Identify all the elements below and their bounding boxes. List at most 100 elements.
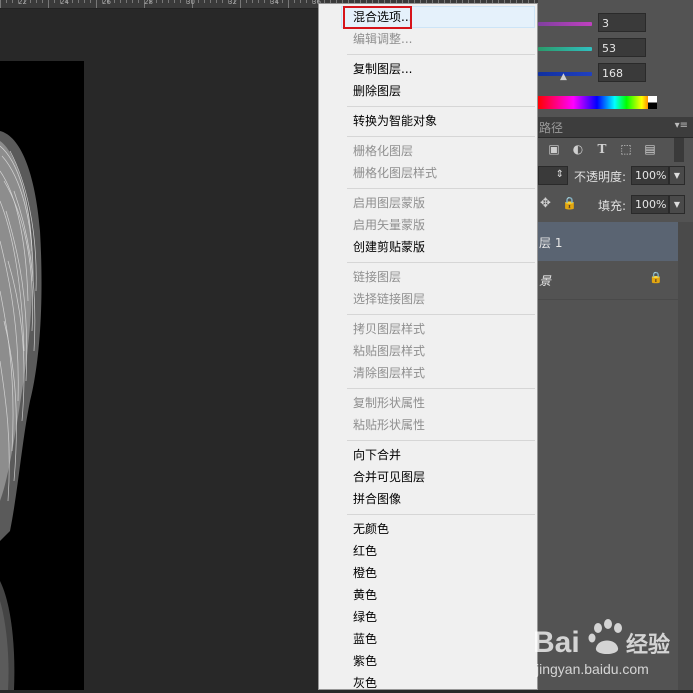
menu-item-select-linked-layers: 选择链接图层 <box>353 292 426 306</box>
ruler-tick <box>132 0 133 3</box>
color-slider-3[interactable]: ▲ 168 <box>538 62 693 86</box>
ruler-tick <box>180 0 181 3</box>
menu-item-edit-adjustment: 编辑调整... <box>353 32 413 46</box>
color-value-field[interactable]: 53 <box>598 38 646 57</box>
ruler-number: 30 <box>186 0 195 6</box>
menu-item-flatten-image[interactable]: 拼合图像 <box>353 489 401 509</box>
panel-menu-icon[interactable]: ▾≡ <box>675 120 688 131</box>
menu-item-paste-layer-style: 粘贴图层样式 <box>353 344 426 358</box>
ruler-tick <box>96 0 97 8</box>
type-filter-icon[interactable]: T <box>594 141 610 157</box>
menu-separator <box>347 262 535 263</box>
blend-mode-select[interactable]: ⇕ <box>538 166 568 185</box>
black-white-swatch[interactable] <box>648 96 657 109</box>
menu-separator <box>347 106 535 107</box>
layer-row-layer-1[interactable]: 层 1 <box>538 222 678 261</box>
ruler-tick <box>240 0 241 8</box>
menu-item-merge-down[interactable]: 向下合并 <box>353 445 401 465</box>
move-lock-icon[interactable]: ✥ <box>540 196 551 211</box>
filter-toggle-icon[interactable] <box>674 138 684 162</box>
watermark-brand: Bai <box>533 626 580 659</box>
opacity-field[interactable]: 100% <box>631 166 669 185</box>
menu-item-convert-smart-object[interactable]: 转换为智能对象 <box>353 111 437 131</box>
lock-icon: 🔒 <box>649 271 663 284</box>
baidu-jingyan-watermark: Bai 经验 jingyan.baidu.com <box>528 612 693 690</box>
menu-item-color-green[interactable]: 绿色 <box>353 607 377 627</box>
ruler-number: 24 <box>60 0 69 6</box>
hair-photo-graphic <box>0 131 42 690</box>
color-slider-2[interactable]: 53 <box>538 37 693 61</box>
menu-item-rasterize-layer: 栅格化图层 <box>353 144 414 158</box>
ruler-number: 32 <box>228 0 237 6</box>
ruler-tick <box>0 0 1 8</box>
fill-field[interactable]: 100% <box>631 195 669 214</box>
menu-item-color-gray[interactable]: 灰色 <box>353 673 377 693</box>
watermark-suffix: 经验 <box>626 632 670 658</box>
menu-item-create-clipping-mask[interactable]: 创建剪贴蒙版 <box>353 237 425 257</box>
menu-item-color-red[interactable]: 红色 <box>353 541 377 561</box>
ruler-tick <box>162 0 163 3</box>
ruler-tick <box>168 0 169 3</box>
ruler-number: 34 <box>270 0 279 6</box>
slider-track[interactable] <box>538 47 592 51</box>
menu-item-rasterize-layer-style: 栅格化图层样式 <box>353 166 438 180</box>
fill-dropdown-icon[interactable]: ▼ <box>669 195 685 214</box>
tab-paths[interactable]: 路径 <box>539 119 563 136</box>
shape-filter-icon[interactable]: ⬚ <box>618 141 634 157</box>
layer-name: 景 <box>539 274 552 288</box>
menu-item-paste-shape-attributes: 粘贴形状属性 <box>353 418 426 432</box>
watermark-url: jingyan.baidu.com <box>535 661 649 677</box>
menu-item-color-violet[interactable]: 紫色 <box>353 651 377 671</box>
opacity-label: 不透明度: <box>574 170 627 184</box>
layer-context-menu: 混合选项... 编辑调整... 复制图层... 删除图层 转换为智能对象 栅格化… <box>318 3 538 690</box>
menu-item-enable-layer-mask: 启用图层蒙版 <box>353 196 426 210</box>
ruler-tick <box>72 0 73 3</box>
ruler-tick <box>138 0 139 3</box>
color-slider-1[interactable]: 3 <box>538 12 693 36</box>
ruler-tick <box>42 0 43 3</box>
menu-icon-strip <box>319 4 347 689</box>
menu-separator <box>347 54 535 55</box>
slider-track[interactable] <box>538 22 592 26</box>
paw-icon <box>588 619 622 654</box>
lock-all-icon[interactable]: 🔒 <box>562 196 577 210</box>
color-value-field[interactable]: 168 <box>598 63 646 82</box>
ruler-tick <box>204 0 205 3</box>
smart-object-filter-icon[interactable]: ▤ <box>642 141 658 157</box>
menu-item-enable-vector-mask: 启用矢量蒙版 <box>353 218 426 232</box>
ruler-tick <box>174 0 175 3</box>
ruler-tick <box>12 0 13 3</box>
annotation-red-highlight <box>343 6 412 29</box>
menu-item-color-orange[interactable]: 橙色 <box>353 563 377 583</box>
menu-separator <box>347 440 535 441</box>
ruler-tick <box>84 0 85 3</box>
menu-item-delete-layer[interactable]: 删除图层 <box>353 81 401 101</box>
menu-item-duplicate-layer[interactable]: 复制图层... <box>353 59 412 79</box>
ruler-tick <box>246 0 247 3</box>
color-spectrum[interactable] <box>538 96 656 109</box>
ruler-tick <box>78 0 79 3</box>
ruler-tick <box>306 0 307 3</box>
dropdown-arrow-icon: ⇕ <box>555 169 564 180</box>
menu-item-link-layers: 链接图层 <box>353 270 402 284</box>
layer-row-background[interactable]: 景 🔒 <box>538 262 678 300</box>
layer-filter-toolbar: ▣ ◐ T ⬚ ▤ <box>538 138 693 162</box>
image-filter-icon[interactable]: ▣ <box>546 141 562 157</box>
slider-handle-icon[interactable]: ▲ <box>560 72 567 82</box>
menu-separator <box>347 188 535 189</box>
menu-item-merge-visible[interactable]: 合并可见图层 <box>353 467 425 487</box>
opacity-dropdown-icon[interactable]: ▼ <box>669 166 685 185</box>
adjustment-filter-icon[interactable]: ◐ <box>570 141 586 157</box>
menu-item-color-blue[interactable]: 蓝色 <box>353 629 377 649</box>
color-value-field[interactable]: 3 <box>598 13 646 32</box>
menu-item-color-none[interactable]: 无颜色 <box>353 519 389 539</box>
ruler-tick <box>120 0 121 3</box>
ruler-tick <box>264 0 265 3</box>
ruler-tick <box>198 0 199 3</box>
ruler-tick <box>210 0 211 3</box>
ruler-tick <box>114 0 115 3</box>
ruler-tick <box>282 0 283 3</box>
menu-item-color-yellow[interactable]: 黄色 <box>353 585 377 605</box>
fill-label: 填充: <box>598 199 627 213</box>
ruler-tick <box>90 0 91 3</box>
